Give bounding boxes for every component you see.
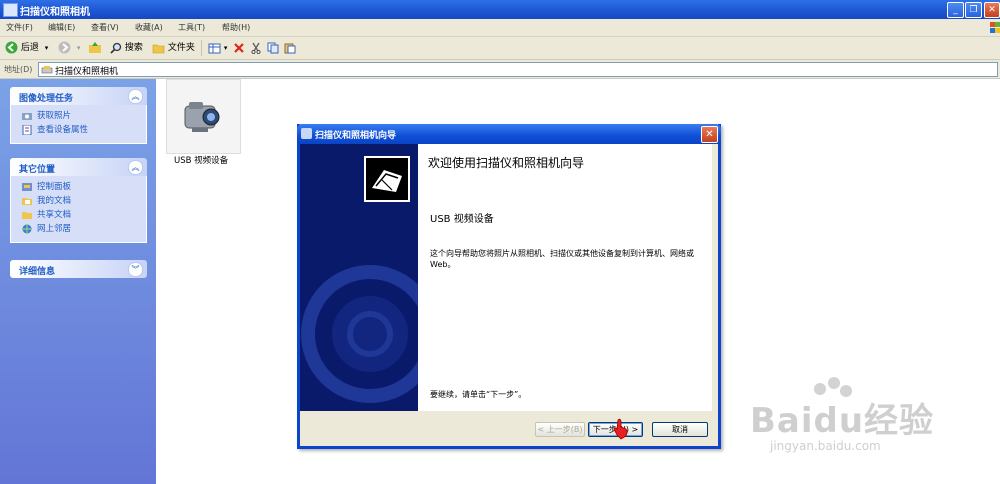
place-network-label: 网上邻居 [37, 224, 72, 234]
restore-button[interactable]: ❐ [965, 2, 982, 18]
other-places-title: 其它位置 [19, 165, 56, 175]
other-places-panel: 其它位置 ︽ 控制面板 我的文档 共享文档 网上邻居 [10, 158, 147, 243]
wizard-title-icon [301, 128, 312, 139]
address-value: 扫描仪和照相机 [55, 67, 119, 77]
wizard-continue-text: 要继续，请单击“下一步”。 [430, 390, 527, 399]
up-folder-button[interactable] [88, 40, 102, 56]
minimize-button[interactable]: _ [947, 2, 964, 18]
expand-chevron-icon[interactable]: ︾ [128, 262, 143, 277]
task-pane: 图像处理任务 ︽ 获取照片 查看设备属性 其它位置 ︽ 控制面板 我的文档 共享… [0, 79, 156, 484]
forward-dropdown-icon: ▾ [76, 44, 81, 52]
hand-cursor-icon [613, 418, 628, 440]
details-header[interactable]: 详细信息 ︾ [10, 260, 147, 278]
search-label: 搜索 [124, 43, 143, 53]
scanner-camera-icon [41, 66, 53, 74]
window-titlebar: 扫描仪和照相机 _ ❐ ✕ [0, 0, 1000, 19]
back-dropdown-icon[interactable]: ▾ [45, 44, 49, 52]
windows-logo-icon [988, 19, 1000, 36]
wizard-device-name: USB 视频设备 [430, 214, 494, 225]
address-bar: 地址(D) 扫描仪和照相机 [0, 60, 1000, 79]
network-icon [22, 224, 32, 234]
back-button[interactable]: 后退 ▾ [5, 40, 48, 56]
toolbar: 后退 ▾ ▾ 搜索 文件夹 ▾ [0, 37, 1000, 60]
wizard-cancel-button[interactable]: 取消 [652, 422, 708, 437]
place-my-documents-label: 我的文档 [37, 196, 72, 206]
wizard-title: 扫描仪和照相机向导 [315, 131, 397, 141]
collapse-chevron-icon[interactable]: ︽ [128, 160, 143, 175]
place-my-documents[interactable]: 我的文档 [11, 194, 146, 208]
menu-view[interactable]: 查看(V) [91, 22, 119, 33]
menu-tools[interactable]: 工具(T) [178, 22, 205, 33]
wizard-close-button[interactable]: ✕ [701, 126, 718, 143]
views-button[interactable]: ▾ [208, 40, 227, 56]
image-tasks-panel: 图像处理任务 ︽ 获取照片 查看设备属性 [10, 87, 147, 144]
details-title: 详细信息 [19, 267, 56, 277]
video-camera-icon [184, 102, 220, 132]
copy-button[interactable] [267, 40, 279, 56]
collapse-chevron-icon[interactable]: ︽ [128, 89, 143, 104]
wizard-heading: 欢迎使用扫描仪和照相机向导 [428, 156, 585, 170]
details-panel: 详细信息 ︾ [10, 260, 147, 278]
camera-icon [22, 113, 32, 120]
copy-icon [267, 42, 279, 53]
forward-button[interactable]: ▾ [58, 40, 80, 56]
search-icon [110, 42, 122, 54]
views-dropdown-icon: ▾ [223, 44, 228, 52]
scissors-icon [251, 42, 261, 54]
wizard-titlebar[interactable]: 扫描仪和照相机向导 ✕ [297, 124, 721, 144]
delete-x-icon [234, 42, 244, 53]
window-title: 扫描仪和照相机 [20, 7, 90, 18]
menu-help[interactable]: 帮助(H) [222, 22, 250, 33]
back-label: 后退 [20, 43, 39, 53]
control-panel-icon [22, 183, 32, 191]
wizard-content: 欢迎使用扫描仪和照相机向导 USB 视频设备 这个向导帮助您将照片从照相机、扫描… [418, 144, 712, 411]
toolbar-divider [201, 40, 202, 56]
menu-favorites[interactable]: 收藏(A) [135, 22, 163, 33]
scanner-folder-icon [3, 3, 18, 17]
paste-button[interactable] [284, 40, 296, 56]
shared-folder-icon [22, 212, 32, 219]
place-control-panel-label: 控制面板 [37, 182, 72, 192]
folder-icon [152, 44, 165, 53]
wizard-banner [300, 144, 418, 411]
menu-edit[interactable]: 编辑(E) [48, 22, 75, 33]
folders-label: 文件夹 [167, 43, 195, 53]
task-get-pictures-label: 获取照片 [37, 111, 72, 121]
place-network[interactable]: 网上邻居 [11, 222, 146, 236]
place-shared-documents-label: 共享文档 [37, 210, 72, 220]
paste-icon [284, 43, 296, 53]
address-label: 地址(D) [4, 65, 33, 74]
scanner-camera-wizard-dialog: 扫描仪和照相机向导 ✕ 欢迎使用扫描仪和照相机向导 USB 视频设备 这个向导帮… [297, 124, 721, 449]
menu-file[interactable]: 文件(F) [6, 22, 33, 33]
my-documents-icon [22, 198, 32, 205]
back-arrow-icon [5, 41, 18, 54]
other-places-header[interactable]: 其它位置 ︽ [10, 158, 147, 176]
place-shared-documents[interactable]: 共享文档 [11, 208, 146, 222]
usb-video-device-item[interactable] [166, 79, 241, 154]
watermark-brand: Baidu经验 [750, 401, 935, 441]
image-tasks-title: 图像处理任务 [19, 94, 74, 104]
search-button[interactable]: 搜索 [110, 40, 143, 56]
task-view-properties-label: 查看设备属性 [37, 125, 89, 135]
wizard-banner-graphic [300, 144, 418, 411]
address-input[interactable]: 扫描仪和照相机 [38, 62, 998, 77]
up-folder-icon [89, 42, 101, 53]
views-icon [208, 43, 221, 53]
task-view-properties[interactable]: 查看设备属性 [11, 123, 146, 137]
properties-icon [22, 125, 32, 135]
menu-bar: 文件(F) 编辑(E) 查看(V) 收藏(A) 工具(T) 帮助(H) [0, 19, 1000, 37]
task-get-pictures[interactable]: 获取照片 [11, 109, 146, 123]
close-button[interactable]: ✕ [984, 2, 1000, 18]
cut-button[interactable] [250, 40, 262, 56]
wizard-description: 这个向导帮助您将照片从照相机、扫描仪或其他设备复制到计算机、网络或 Web。 [430, 249, 694, 269]
watermark-url: jingyan.baidu.com [770, 439, 881, 453]
wizard-back-button[interactable]: < 上一步(B) [535, 422, 585, 437]
delete-button[interactable] [233, 40, 245, 56]
image-tasks-header[interactable]: 图像处理任务 ︽ [10, 87, 147, 105]
place-control-panel[interactable]: 控制面板 [11, 180, 146, 194]
forward-arrow-icon [58, 41, 71, 54]
device-label: USB 视频设备 [174, 154, 229, 166]
folders-button[interactable]: 文件夹 [152, 40, 195, 56]
